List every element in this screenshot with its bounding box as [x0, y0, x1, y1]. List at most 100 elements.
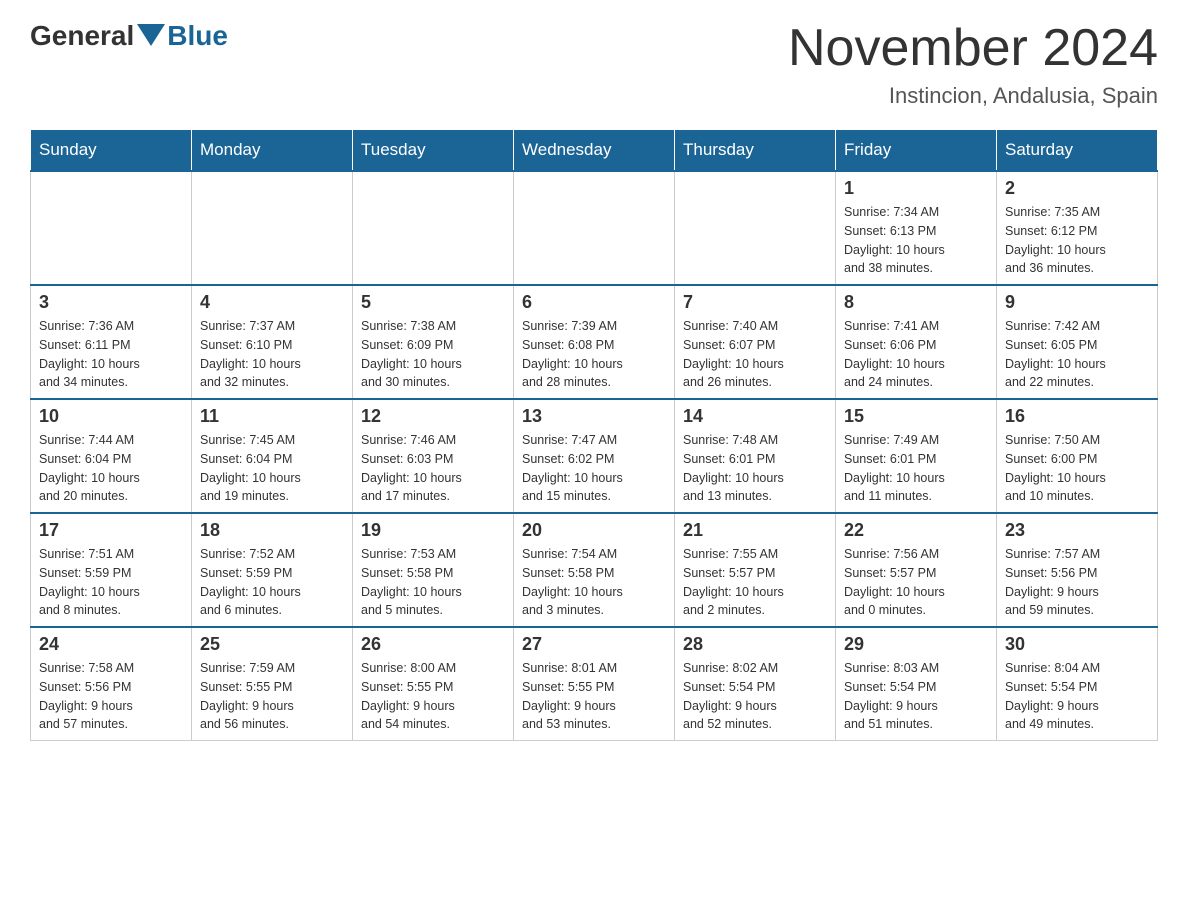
day-number: 9: [1005, 292, 1149, 313]
calendar-cell: 30Sunrise: 8:04 AM Sunset: 5:54 PM Dayli…: [997, 627, 1158, 741]
day-number: 19: [361, 520, 505, 541]
day-info: Sunrise: 8:02 AM Sunset: 5:54 PM Dayligh…: [683, 659, 827, 734]
day-info: Sunrise: 7:35 AM Sunset: 6:12 PM Dayligh…: [1005, 203, 1149, 278]
day-info: Sunrise: 7:56 AM Sunset: 5:57 PM Dayligh…: [844, 545, 988, 620]
calendar-week-row: 10Sunrise: 7:44 AM Sunset: 6:04 PM Dayli…: [31, 399, 1158, 513]
calendar-cell: 13 Sunrise: 7:47 AM Sunset: 6:02 PM Dayli…: [514, 399, 675, 513]
day-info: Sunrise: 8:01 AM Sunset: 5:55 PM Dayligh…: [522, 659, 666, 734]
day-info: Sunrise: 7:55 AM Sunset: 5:57 PM Dayligh…: [683, 545, 827, 620]
calendar-cell: [31, 171, 192, 285]
day-number: 1: [844, 178, 988, 199]
calendar-header-saturday: Saturday: [997, 130, 1158, 172]
calendar-cell: 5 Sunrise: 7:38 AM Sunset: 6:09 PM Daylig…: [353, 285, 514, 399]
day-number: 27: [522, 634, 666, 655]
calendar-cell: 10Sunrise: 7:44 AM Sunset: 6:04 PM Dayli…: [31, 399, 192, 513]
day-info: Sunrise: 7:46 AM Sunset: 6:03 PM Dayligh…: [361, 431, 505, 506]
calendar-cell: [192, 171, 353, 285]
day-info: Sunrise: 8:00 AM Sunset: 5:55 PM Dayligh…: [361, 659, 505, 734]
logo-blue-text: Blue: [167, 20, 228, 52]
calendar-cell: 9 Sunrise: 7:42 AM Sunset: 6:05 PM Daylig…: [997, 285, 1158, 399]
day-info: Sunrise: 7:40 AM Sunset: 6:07 PM Dayligh…: [683, 317, 827, 392]
day-info: Sunrise: 7:54 AM Sunset: 5:58 PM Dayligh…: [522, 545, 666, 620]
day-number: 8: [844, 292, 988, 313]
day-info: Sunrise: 7:39 AM Sunset: 6:08 PM Dayligh…: [522, 317, 666, 392]
calendar-week-row: 17 Sunrise: 7:51 AM Sunset: 5:59 PM Dayli…: [31, 513, 1158, 627]
calendar-cell: 6 Sunrise: 7:39 AM Sunset: 6:08 PM Daylig…: [514, 285, 675, 399]
calendar-cell: 16 Sunrise: 7:50 AM Sunset: 6:00 PM Dayli…: [997, 399, 1158, 513]
day-info: Sunrise: 7:49 AM Sunset: 6:01 PM Dayligh…: [844, 431, 988, 506]
calendar-cell: 20 Sunrise: 7:54 AM Sunset: 5:58 PM Dayli…: [514, 513, 675, 627]
calendar-header-thursday: Thursday: [675, 130, 836, 172]
calendar-cell: 8 Sunrise: 7:41 AM Sunset: 6:06 PM Daylig…: [836, 285, 997, 399]
calendar-cell: 11 Sunrise: 7:45 AM Sunset: 6:04 PM Dayli…: [192, 399, 353, 513]
location: Instincion, Andalusia, Spain: [788, 83, 1158, 109]
day-info: Sunrise: 8:03 AM Sunset: 5:54 PM Dayligh…: [844, 659, 988, 734]
calendar-cell: 3Sunrise: 7:36 AM Sunset: 6:11 PM Daylig…: [31, 285, 192, 399]
day-info: Sunrise: 7:47 AM Sunset: 6:02 PM Dayligh…: [522, 431, 666, 506]
calendar-week-row: 24 Sunrise: 7:58 AM Sunset: 5:56 PM Dayli…: [31, 627, 1158, 741]
calendar-header-row: SundayMondayTuesdayWednesdayThursdayFrid…: [31, 130, 1158, 172]
calendar-cell: 29 Sunrise: 8:03 AM Sunset: 5:54 PM Dayli…: [836, 627, 997, 741]
day-info: Sunrise: 7:57 AM Sunset: 5:56 PM Dayligh…: [1005, 545, 1149, 620]
day-number: 6: [522, 292, 666, 313]
calendar-cell: 14Sunrise: 7:48 AM Sunset: 6:01 PM Dayli…: [675, 399, 836, 513]
calendar-cell: 7 Sunrise: 7:40 AM Sunset: 6:07 PM Daylig…: [675, 285, 836, 399]
day-info: Sunrise: 7:41 AM Sunset: 6:06 PM Dayligh…: [844, 317, 988, 392]
day-number: 18: [200, 520, 344, 541]
logo-general-text: General: [30, 20, 134, 52]
calendar-cell: [514, 171, 675, 285]
calendar-header-sunday: Sunday: [31, 130, 192, 172]
day-number: 29: [844, 634, 988, 655]
day-number: 25: [200, 634, 344, 655]
day-number: 23: [1005, 520, 1149, 541]
calendar-cell: 26 Sunrise: 8:00 AM Sunset: 5:55 PM Dayli…: [353, 627, 514, 741]
day-number: 2: [1005, 178, 1149, 199]
calendar-cell: 25 Sunrise: 7:59 AM Sunset: 5:55 PM Dayli…: [192, 627, 353, 741]
day-info: Sunrise: 7:37 AM Sunset: 6:10 PM Dayligh…: [200, 317, 344, 392]
calendar-cell: 2 Sunrise: 7:35 AM Sunset: 6:12 PM Daylig…: [997, 171, 1158, 285]
day-number: 11: [200, 406, 344, 427]
calendar-cell: 17 Sunrise: 7:51 AM Sunset: 5:59 PM Dayli…: [31, 513, 192, 627]
day-number: 13: [522, 406, 666, 427]
calendar-cell: 22Sunrise: 7:56 AM Sunset: 5:57 PM Dayli…: [836, 513, 997, 627]
day-number: 30: [1005, 634, 1149, 655]
day-number: 16: [1005, 406, 1149, 427]
calendar-cell: 12 Sunrise: 7:46 AM Sunset: 6:03 PM Dayli…: [353, 399, 514, 513]
calendar-header-wednesday: Wednesday: [514, 130, 675, 172]
day-info: Sunrise: 7:58 AM Sunset: 5:56 PM Dayligh…: [39, 659, 183, 734]
calendar-cell: 28Sunrise: 8:02 AM Sunset: 5:54 PM Dayli…: [675, 627, 836, 741]
day-info: Sunrise: 7:38 AM Sunset: 6:09 PM Dayligh…: [361, 317, 505, 392]
calendar-header-friday: Friday: [836, 130, 997, 172]
calendar-header-monday: Monday: [192, 130, 353, 172]
day-info: Sunrise: 7:59 AM Sunset: 5:55 PM Dayligh…: [200, 659, 344, 734]
day-number: 20: [522, 520, 666, 541]
day-info: Sunrise: 7:42 AM Sunset: 6:05 PM Dayligh…: [1005, 317, 1149, 392]
logo-triangle-icon: [137, 24, 165, 46]
day-info: Sunrise: 7:44 AM Sunset: 6:04 PM Dayligh…: [39, 431, 183, 506]
day-number: 12: [361, 406, 505, 427]
day-number: 7: [683, 292, 827, 313]
day-info: Sunrise: 7:50 AM Sunset: 6:00 PM Dayligh…: [1005, 431, 1149, 506]
month-title: November 2024: [788, 20, 1158, 77]
calendar-table: SundayMondayTuesdayWednesdayThursdayFrid…: [30, 129, 1158, 741]
calendar-cell: 19Sunrise: 7:53 AM Sunset: 5:58 PM Dayli…: [353, 513, 514, 627]
calendar-cell: 23 Sunrise: 7:57 AM Sunset: 5:56 PM Dayli…: [997, 513, 1158, 627]
calendar-cell: 1 Sunrise: 7:34 AM Sunset: 6:13 PM Daylig…: [836, 171, 997, 285]
calendar-week-row: 3Sunrise: 7:36 AM Sunset: 6:11 PM Daylig…: [31, 285, 1158, 399]
day-number: 24: [39, 634, 183, 655]
day-info: Sunrise: 7:52 AM Sunset: 5:59 PM Dayligh…: [200, 545, 344, 620]
day-info: Sunrise: 7:48 AM Sunset: 6:01 PM Dayligh…: [683, 431, 827, 506]
calendar-cell: 27 Sunrise: 8:01 AM Sunset: 5:55 PM Dayli…: [514, 627, 675, 741]
day-info: Sunrise: 7:51 AM Sunset: 5:59 PM Dayligh…: [39, 545, 183, 620]
calendar-cell: 4Sunrise: 7:37 AM Sunset: 6:10 PM Daylig…: [192, 285, 353, 399]
day-info: Sunrise: 7:45 AM Sunset: 6:04 PM Dayligh…: [200, 431, 344, 506]
day-number: 26: [361, 634, 505, 655]
day-info: Sunrise: 7:34 AM Sunset: 6:13 PM Dayligh…: [844, 203, 988, 278]
page-header: General Blue November 2024 Instincion, A…: [30, 20, 1158, 109]
day-number: 3: [39, 292, 183, 313]
day-number: 17: [39, 520, 183, 541]
day-number: 5: [361, 292, 505, 313]
day-number: 21: [683, 520, 827, 541]
logo: General Blue: [30, 20, 228, 52]
calendar-cell: [675, 171, 836, 285]
